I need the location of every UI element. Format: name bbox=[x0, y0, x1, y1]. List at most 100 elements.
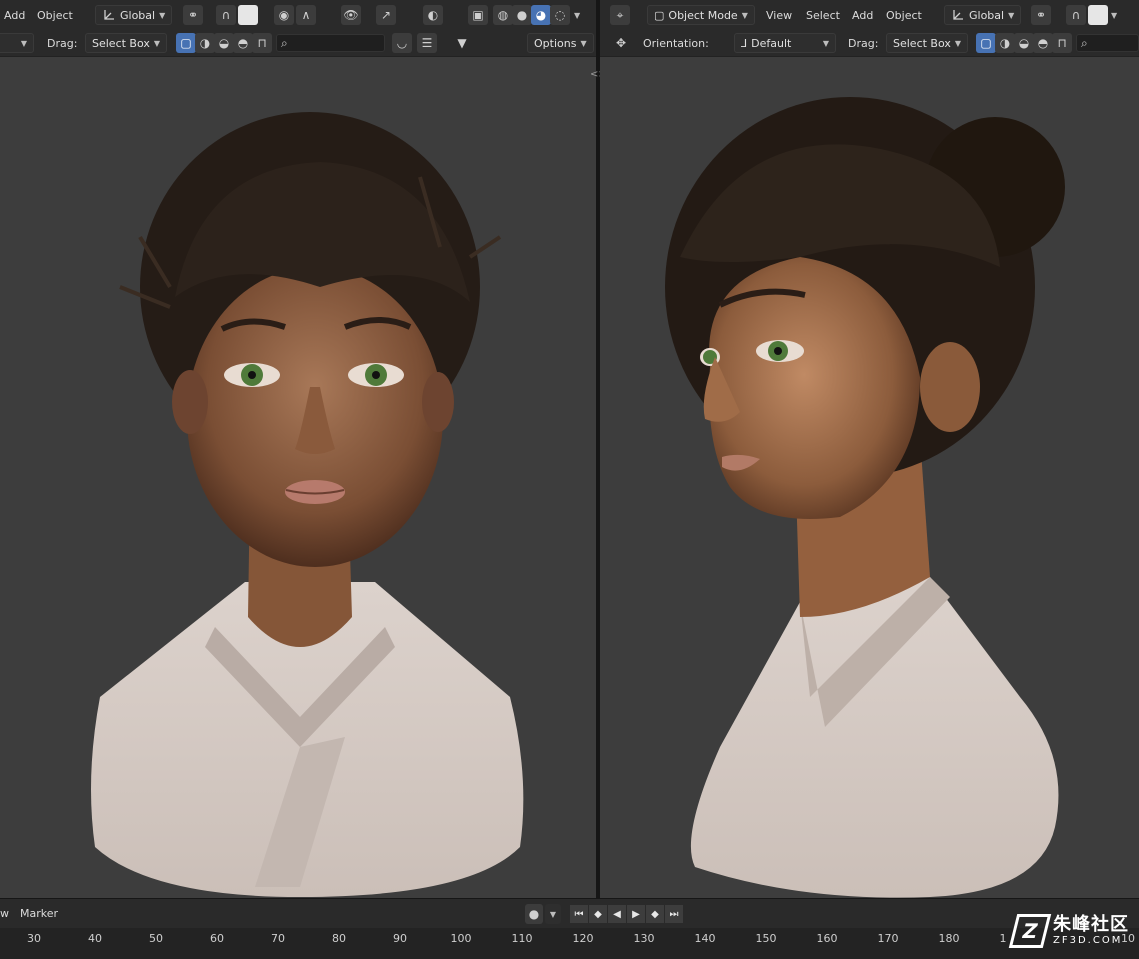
chevron-down-icon: ▼ bbox=[822, 38, 829, 48]
play-icon[interactable]: ▶ bbox=[627, 905, 645, 923]
select-invert-icon[interactable]: ◓ bbox=[233, 33, 253, 53]
menu-add-left[interactable]: Add bbox=[4, 0, 25, 30]
proportional-edit-icon[interactable]: ◉ bbox=[274, 5, 294, 25]
menu-object-left[interactable]: Object bbox=[37, 0, 73, 30]
select-box-dropdown-right[interactable]: Select Box ▼ bbox=[886, 33, 969, 53]
editor-type-icon[interactable]: ⌖ bbox=[610, 5, 630, 25]
menu-add-right[interactable]: Add bbox=[852, 0, 873, 30]
transform-axes-icon: ⅃ bbox=[741, 36, 748, 50]
pivot-point-icon[interactable]: ⚭ bbox=[1031, 5, 1051, 25]
magnet-icon[interactable]: ∩ bbox=[216, 5, 236, 25]
orientation-default-dropdown[interactable]: ⅃ Default ▼ bbox=[734, 33, 836, 53]
character-bust-front bbox=[91, 112, 524, 897]
frame-tick: 1 bbox=[999, 932, 1007, 945]
timeline-ruler[interactable]: 30 40 50 60 70 80 90 100 110 120 130 140… bbox=[0, 928, 1139, 959]
frame-tick: 160 bbox=[816, 932, 838, 945]
viewport-side[interactable] bbox=[600, 57, 1139, 898]
chevron-down-icon: ▼ bbox=[153, 38, 161, 48]
chevron-down-icon: ▼ bbox=[159, 10, 166, 20]
search-icon: ⌕ bbox=[1081, 36, 1088, 50]
object-mode-label: Object Mode bbox=[668, 8, 738, 22]
select-box-value-right: Select Box bbox=[893, 36, 951, 50]
select-extend-icon[interactable]: ◑ bbox=[195, 33, 215, 53]
outliner-icon[interactable]: ☰ bbox=[417, 33, 437, 53]
gizmo-icon[interactable]: ↗ bbox=[376, 5, 396, 25]
wireframe-icon[interactable]: ◍ bbox=[493, 5, 513, 25]
select-new-icon[interactable]: ▢ bbox=[976, 33, 996, 53]
select-new-icon[interactable]: ▢ bbox=[176, 33, 196, 53]
snap-target-icon[interactable] bbox=[238, 5, 258, 25]
falloff-curve-icon[interactable]: ∧ bbox=[296, 5, 316, 25]
select-intersect-icon[interactable]: ⊓ bbox=[1052, 33, 1072, 53]
jump-start-icon[interactable]: ⏮ bbox=[570, 905, 588, 923]
snap-chevron-icon[interactable]: ▼ bbox=[1111, 0, 1117, 30]
frame-tick: 40 bbox=[88, 932, 102, 945]
filter-icon[interactable]: ▼ bbox=[452, 33, 472, 53]
select-subtract-icon[interactable]: ◒ bbox=[214, 33, 234, 53]
jump-end-icon[interactable]: ⏭ bbox=[665, 905, 683, 923]
orientation-default-value: Default bbox=[751, 36, 792, 50]
shading-chevron-icon[interactable]: ▼ bbox=[574, 0, 580, 30]
menu-view-right[interactable]: View bbox=[766, 0, 792, 30]
object-mode-dropdown[interactable]: ▢ Object Mode ▼ bbox=[647, 5, 755, 25]
select-invert-icon[interactable]: ◓ bbox=[1033, 33, 1053, 53]
object-mode-icon: ▢ bbox=[654, 8, 665, 22]
watermark-cn: 朱峰社区 bbox=[1053, 914, 1129, 935]
search-input-right[interactable]: ⌕ bbox=[1076, 34, 1139, 52]
rendered-icon[interactable]: ◌ bbox=[550, 5, 570, 25]
frame-tick: 180 bbox=[938, 932, 960, 945]
drag-label-left: Drag: bbox=[47, 36, 78, 50]
select-subtract-icon[interactable]: ◒ bbox=[1014, 33, 1034, 53]
xray-icon[interactable]: ▣ bbox=[468, 5, 488, 25]
play-reverse-icon[interactable]: ◀ bbox=[608, 905, 626, 923]
select-extend-icon[interactable]: ◑ bbox=[995, 33, 1015, 53]
transform-orientation-dropdown-left[interactable]: Global ▼ bbox=[95, 5, 173, 25]
orientation-label-right: Orientation: bbox=[643, 36, 709, 50]
chevron-down-icon: ▼ bbox=[20, 38, 27, 48]
menu-select-right[interactable]: Select bbox=[806, 0, 840, 30]
material-preview-icon[interactable]: ◕ bbox=[531, 5, 551, 25]
pivot-point-icon[interactable]: ⚭ bbox=[183, 5, 203, 25]
keying-chevron-icon[interactable]: ▼ bbox=[545, 904, 561, 924]
select-box-dropdown-left[interactable]: Select Box ▼ bbox=[85, 33, 168, 53]
options-dropdown[interactable]: Options ▼ bbox=[527, 33, 594, 53]
character-bust-side bbox=[665, 97, 1065, 898]
visibility-eye-icon[interactable]: 👁 bbox=[341, 5, 361, 25]
chevron-down-icon: ▼ bbox=[954, 38, 962, 48]
snap-target-icon[interactable] bbox=[1088, 5, 1108, 25]
frame-tick: 80 bbox=[332, 932, 346, 945]
frame-tick: 50 bbox=[149, 932, 163, 945]
overlay-icon[interactable]: ◐ bbox=[423, 5, 443, 25]
orientation-value-right: Global bbox=[969, 8, 1005, 22]
mesh-curve-icon[interactable]: ◡ bbox=[392, 33, 412, 53]
viewport-front[interactable] bbox=[0, 57, 596, 898]
transform-axes-icon bbox=[953, 10, 963, 20]
search-input-left[interactable]: ⌕ bbox=[276, 34, 385, 52]
menu-view-partial[interactable]: w bbox=[0, 899, 9, 928]
watermark-en: ZF3D.COM bbox=[1053, 935, 1123, 946]
frame-tick: 170 bbox=[877, 932, 899, 945]
chevron-down-icon: ▼ bbox=[1008, 10, 1015, 20]
next-keyframe-icon[interactable]: ◆ bbox=[646, 905, 664, 923]
move-orientation-icon: ✥ bbox=[615, 36, 627, 50]
frame-tick: 140 bbox=[694, 932, 716, 945]
record-icon[interactable]: ● bbox=[525, 904, 543, 924]
watermark-logo: Z 朱峰社区 ZF3D.COM bbox=[1008, 914, 1129, 948]
prev-keyframe-icon[interactable]: ◆ bbox=[589, 905, 607, 923]
viewport-header-row-1: Add Object Global ▼ ⚭ ∩ ◉ ∧ 👁 ↗ ◐ ▣ ◍ ● … bbox=[0, 0, 1139, 30]
frame-tick: 100 bbox=[450, 932, 472, 945]
solid-icon[interactable]: ● bbox=[512, 5, 532, 25]
select-intersect-icon[interactable]: ⊓ bbox=[252, 33, 272, 53]
magnet-icon[interactable]: ∩ bbox=[1066, 5, 1086, 25]
frame-tick: 60 bbox=[210, 932, 224, 945]
menu-object-right[interactable]: Object bbox=[886, 0, 922, 30]
menu-marker[interactable]: Marker bbox=[20, 899, 58, 928]
left-partial-dropdown[interactable]: ▼ bbox=[0, 33, 34, 53]
frame-tick: 30 bbox=[27, 932, 41, 945]
transform-orientation-dropdown-right[interactable]: Global ▼ bbox=[944, 5, 1022, 25]
frame-tick: 90 bbox=[393, 932, 407, 945]
watermark-z-icon: Z bbox=[1008, 914, 1052, 948]
frame-tick: 120 bbox=[572, 932, 594, 945]
frame-tick: 70 bbox=[271, 932, 285, 945]
drag-label-right: Drag: bbox=[848, 36, 879, 50]
